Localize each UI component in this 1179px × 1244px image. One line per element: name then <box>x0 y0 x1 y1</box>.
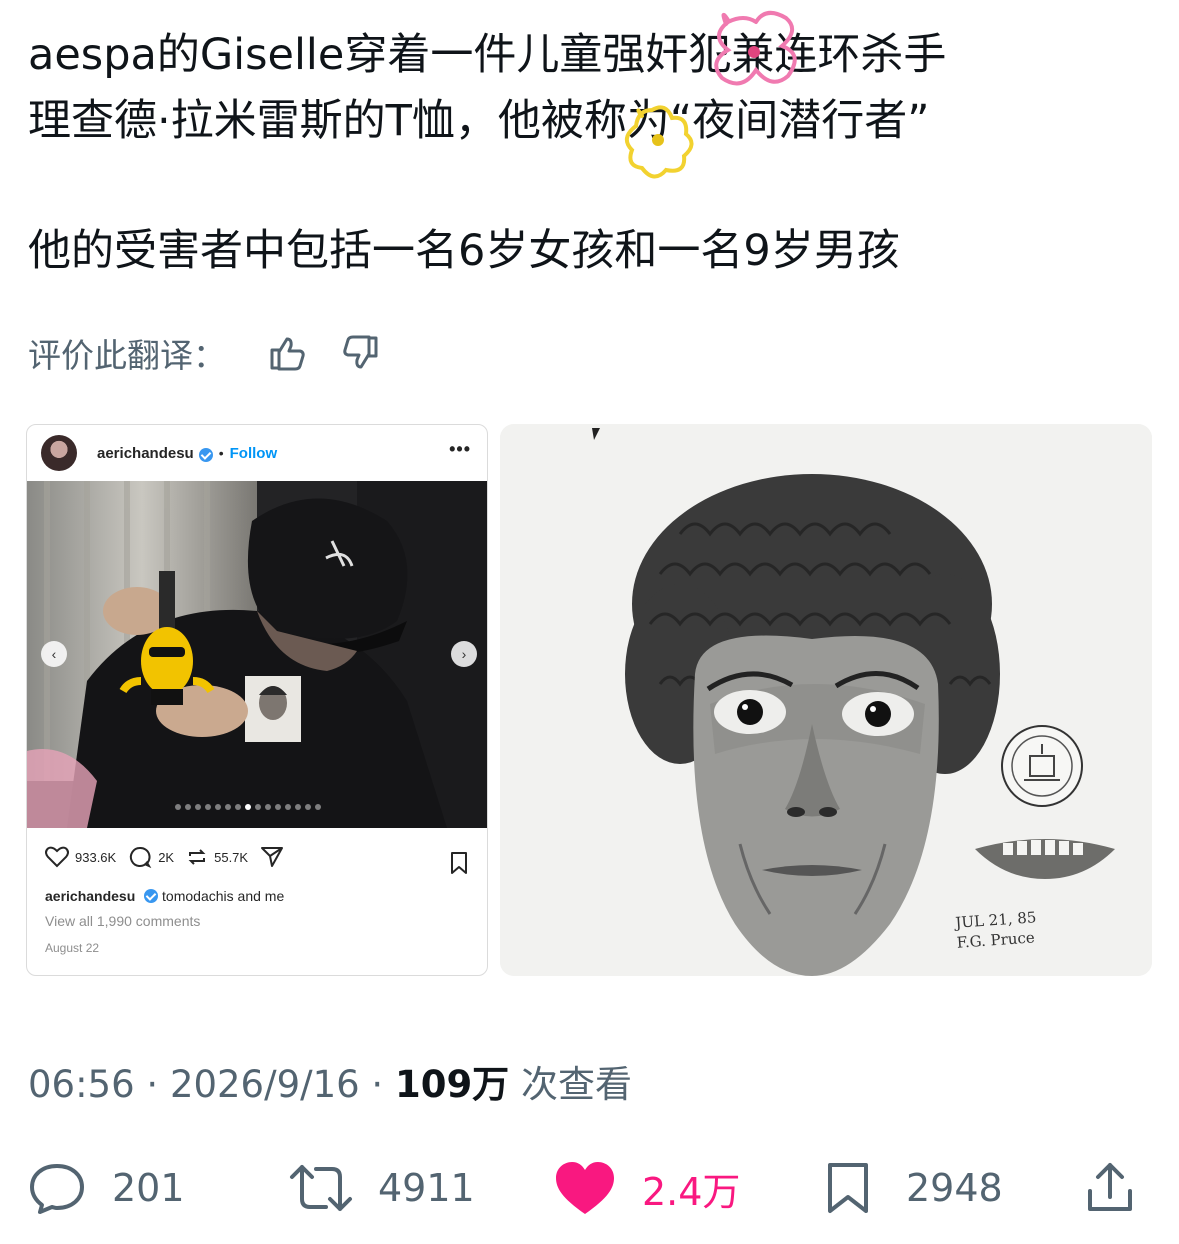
like-button[interactable]: 2.4万 <box>554 1158 740 1218</box>
ig-share-button[interactable] <box>260 846 284 868</box>
ig-save-button[interactable] <box>449 851 469 880</box>
ig-comment-count: 2K <box>158 849 175 865</box>
ig-like-count: 933.6K <box>75 849 117 865</box>
like-count: 2.4万 <box>642 1169 741 1214</box>
bookmark-button[interactable]: 2948 <box>826 1158 1003 1218</box>
tweet-date: 2026/9/16 <box>169 1063 360 1106</box>
bookmark-icon <box>451 852 467 874</box>
share-icon <box>1086 1161 1134 1215</box>
meta-separator: · <box>371 1063 384 1106</box>
carousel-dots <box>175 804 321 810</box>
verified-badge-icon <box>198 448 213 462</box>
yellow-flower-doodle <box>624 105 694 179</box>
ig-post-date: August 22 <box>45 941 100 955</box>
prev-slide-button[interactable]: ‹ <box>41 641 67 667</box>
ig-repost-button[interactable]: 55.7K <box>186 846 248 868</box>
ig-photo: ‹ › <box>27 481 487 828</box>
thumbs-down-icon[interactable] <box>338 331 382 375</box>
pink-flower-doodle <box>714 10 797 86</box>
view-count-suffix: 次查看 <box>520 1063 632 1106</box>
ig-caption-user[interactable]: aerichandesu <box>45 888 135 904</box>
ig-like-button[interactable]: 933.6K <box>45 846 116 868</box>
reply-button[interactable]: 201 <box>28 1158 185 1218</box>
avatar[interactable] <box>41 435 77 471</box>
tweet-paragraph-2: 他的受害者中包括一名6岁女孩和一名9岁男孩 <box>28 226 900 276</box>
reply-count: 201 <box>112 1166 185 1210</box>
ig-actions: 933.6K 2K 55.7K <box>45 845 296 869</box>
next-slide-button[interactable]: › <box>451 641 477 667</box>
tweet-meta: 06:56 · 2026/9/16 · 109万 次查看 <box>28 1054 632 1108</box>
instagram-post-image[interactable]: aerichandesu • Follow ••• ‹ › 933.6K 2K … <box>26 424 488 976</box>
police-seal <box>1001 725 1083 807</box>
heart-outline-icon <box>45 846 69 868</box>
tweet-text: aespa的Giselle穿着一件儿童强奸犯兼连环杀手 理查德·拉米雷斯的T恤，… <box>28 22 1158 284</box>
tweet-time: 06:56 <box>28 1063 135 1106</box>
ig-username[interactable]: aerichandesu <box>97 445 194 462</box>
thumbs-up-icon[interactable] <box>266 331 310 375</box>
bookmark-count: 2948 <box>906 1166 1003 1210</box>
police-sketch-image[interactable]: JUL 21, 85 F.G. Pruce <box>500 424 1152 976</box>
ig-repost-count: 55.7K <box>214 849 249 865</box>
reply-icon <box>28 1160 86 1216</box>
ig-view-comments-link[interactable]: View all 1,990 comments <box>45 913 200 929</box>
separator-dot: • <box>218 445 224 461</box>
more-options-icon[interactable]: ••• <box>449 439 471 460</box>
tweet-line-2: 理查德·拉米雷斯的T恤，他被称为“夜间潜行者” <box>28 96 930 146</box>
follow-button[interactable]: Follow <box>230 445 278 462</box>
ig-header: aerichandesu • Follow ••• <box>27 425 487 481</box>
bookmark-icon <box>826 1161 870 1215</box>
repost-icon <box>188 849 206 865</box>
ig-caption-text: tomodachis and me <box>162 888 285 904</box>
meta-separator: · <box>146 1063 159 1106</box>
rate-translation-row: 评价此翻译： <box>28 328 382 378</box>
ig-caption: aerichandesu tomodachis and me <box>45 887 284 904</box>
photo-person-with-toy <box>27 481 487 828</box>
rate-translation-label: 评价此翻译： <box>28 336 226 375</box>
comment-icon <box>130 846 152 869</box>
view-count: 109万 <box>394 1063 510 1106</box>
share-button[interactable] <box>1086 1158 1134 1218</box>
sketch-signature: JUL 21, 85 F.G. Pruce <box>955 907 1039 953</box>
tweet-line-1: aespa的Giselle穿着一件儿童强奸犯兼连环杀手 <box>28 30 947 80</box>
send-icon <box>261 847 284 867</box>
repost-count: 4911 <box>378 1166 475 1210</box>
repost-icon <box>288 1163 354 1213</box>
ig-comment-button[interactable]: 2K <box>128 845 174 869</box>
tweet-action-bar: 201 4911 2.4万 2948 <box>0 1158 1179 1218</box>
heart-filled-icon <box>554 1160 616 1216</box>
sketch-drawing <box>500 424 1152 976</box>
repost-button[interactable]: 4911 <box>288 1158 475 1218</box>
verified-badge-icon <box>144 889 159 903</box>
